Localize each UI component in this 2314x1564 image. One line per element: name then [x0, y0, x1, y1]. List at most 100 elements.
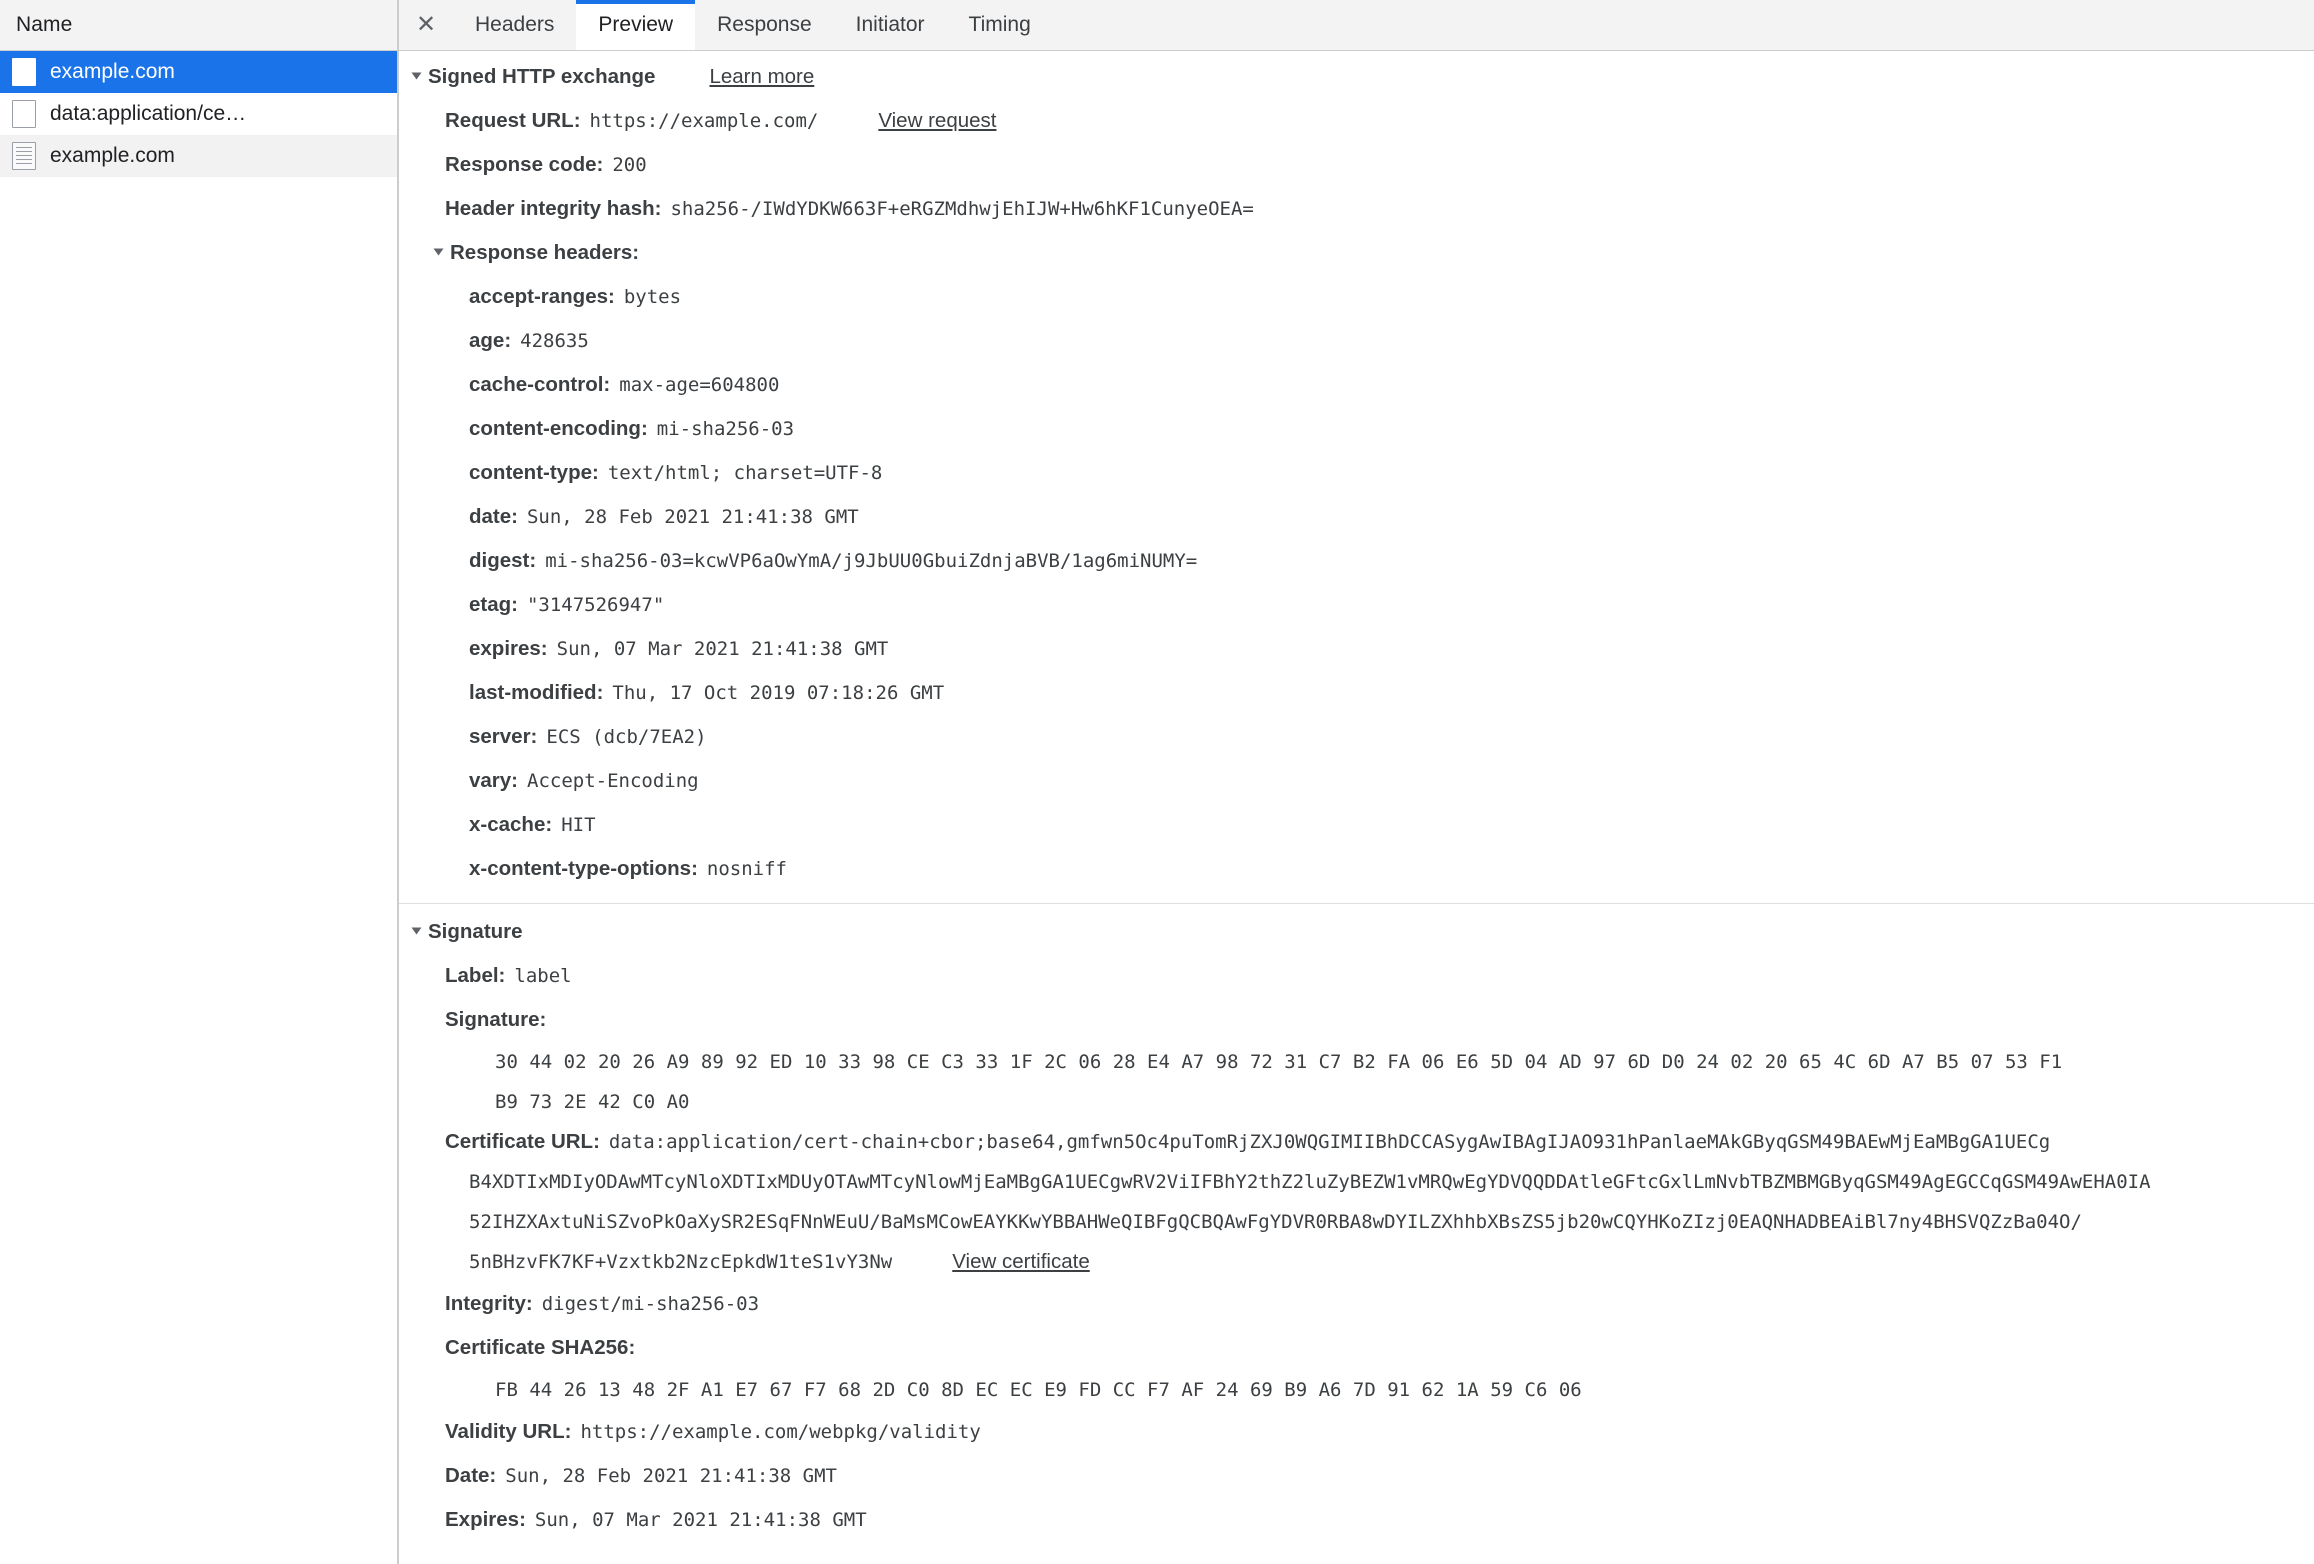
header-row: etag: "3147526947"	[399, 583, 2314, 627]
chevron-down-icon[interactable]	[411, 927, 422, 935]
date-label: Date:	[445, 1464, 497, 1487]
request-url-value: https://example.com/	[589, 110, 819, 132]
header-row: x-cache: HIT	[399, 803, 2314, 847]
certificate-sha256-hex: FB 44 26 13 48 2F A1 E7 67 F7 68 2D C0 8…	[495, 1379, 1582, 1401]
certificate-url-tail-row: 5nBHzvFK7KF+Vzxtkb2NzcEpkdW1teS1vY3Nw Vi…	[399, 1242, 2314, 1282]
integrity-row: Integrity: digest/mi-sha256-03	[399, 1282, 2314, 1326]
detail-tabbar: ✕ Headers Preview Response Initiator Tim…	[399, 0, 2314, 51]
header-name: x-content-type-options:	[469, 857, 698, 880]
certificate-url-label: Certificate URL:	[445, 1130, 600, 1153]
header-name: last-modified:	[469, 681, 604, 704]
header-value: Sun, 07 Mar 2021 21:41:38 GMT	[556, 638, 889, 660]
label-label: Label:	[445, 964, 506, 987]
header-value: "3147526947"	[526, 594, 665, 616]
header-name: content-encoding:	[469, 417, 648, 440]
request-url-row: Request URL: https://example.com/ View r…	[399, 99, 2314, 143]
validity-url-row: Validity URL: https://example.com/webpkg…	[399, 1410, 2314, 1454]
response-headers-label: Response headers:	[450, 241, 640, 264]
date-value: Sun, 28 Feb 2021 21:41:38 GMT	[505, 1465, 837, 1487]
header-value: mi-sha256-03=kcwVP6aOwYmA/j9JbUU0GbuiZdn…	[545, 550, 1198, 572]
header-value: mi-sha256-03	[656, 418, 795, 440]
tab-headers[interactable]: Headers	[453, 0, 576, 50]
certificate-url-row: Certificate URL: data:application/cert-c…	[399, 1122, 2314, 1162]
header-row: server: ECS (dcb/7EA2)	[399, 715, 2314, 759]
expires-value: Sun, 07 Mar 2021 21:41:38 GMT	[534, 1509, 867, 1531]
chevron-down-icon[interactable]	[411, 72, 422, 80]
header-name: vary:	[469, 769, 519, 792]
chevron-down-icon[interactable]	[433, 248, 444, 256]
request-row-1[interactable]: data:application/ce…	[0, 93, 397, 135]
preview-content: Signed HTTP exchange Learn more Request …	[399, 51, 2314, 1564]
signature-date-row: Date: Sun, 28 Feb 2021 21:41:38 GMT	[399, 1454, 2314, 1498]
signature-expires-row: Expires: Sun, 07 Mar 2021 21:41:38 GMT	[399, 1498, 2314, 1542]
header-value: nosniff	[706, 858, 787, 880]
learn-more-link[interactable]: Learn more	[709, 65, 814, 89]
response-headers-subsection-header[interactable]: Response headers:	[399, 231, 2314, 275]
integrity-label: Integrity:	[445, 1292, 533, 1315]
header-name: etag:	[469, 593, 518, 616]
header-name: cache-control:	[469, 373, 611, 396]
tab-preview[interactable]: Preview	[576, 0, 696, 50]
header-row: digest: mi-sha256-03=kcwVP6aOwYmA/j9JbUU…	[399, 539, 2314, 583]
header-value: HIT	[561, 814, 596, 836]
header-row: expires: Sun, 07 Mar 2021 21:41:38 GMT	[399, 627, 2314, 671]
response-code-label: Response code:	[445, 153, 604, 176]
certificate-sha256-label: Certificate SHA256:	[445, 1336, 636, 1359]
section-title: Signature	[428, 920, 523, 943]
label-value: label	[514, 965, 572, 987]
header-row: vary: Accept-Encoding	[399, 759, 2314, 803]
header-name: expires:	[469, 637, 548, 660]
request-name-label: example.com	[50, 144, 175, 167]
header-value: ECS (dcb/7EA2)	[546, 726, 707, 748]
response-code-row: Response code: 200	[399, 143, 2314, 187]
header-integrity-label: Header integrity hash:	[445, 197, 662, 220]
signature-hex-line: B9 73 2E 42 C0 A0	[495, 1091, 690, 1113]
view-request-link[interactable]: View request	[878, 99, 996, 143]
header-integrity-row: Header integrity hash: sha256-/IWdYDKW66…	[399, 187, 2314, 231]
header-value: Thu, 17 Oct 2019 07:18:26 GMT	[612, 682, 945, 704]
close-icon[interactable]: ✕	[399, 0, 453, 50]
header-row: last-modified: Thu, 17 Oct 2019 07:18:26…	[399, 671, 2314, 715]
header-name: date:	[469, 505, 518, 528]
header-name: x-cache:	[469, 813, 553, 836]
header-value: bytes	[623, 286, 682, 308]
detail-pane: ✕ Headers Preview Response Initiator Tim…	[399, 0, 2314, 1564]
devtools-network-panel: Name example.com data:application/ce… ex…	[0, 0, 2314, 1564]
header-row: content-encoding: mi-sha256-03	[399, 407, 2314, 451]
header-row: date: Sun, 28 Feb 2021 21:41:38 GMT	[399, 495, 2314, 539]
tab-response[interactable]: Response	[695, 0, 834, 50]
header-row: age: 428635	[399, 319, 2314, 363]
response-code-value: 200	[612, 154, 647, 176]
signature-value-header: Signature:	[399, 998, 2314, 1042]
request-list-header: Name	[0, 0, 397, 51]
tab-initiator[interactable]: Initiator	[834, 0, 947, 50]
tab-timing[interactable]: Timing	[947, 0, 1053, 50]
header-row: content-type: text/html; charset=UTF-8	[399, 451, 2314, 495]
request-list-sidebar: Name example.com data:application/ce… ex…	[0, 0, 399, 1564]
signed-http-exchange-section-header[interactable]: Signed HTTP exchange Learn more	[399, 51, 2314, 99]
signature-label-row: Label: label	[399, 954, 2314, 998]
signature-hex-line: 30 44 02 20 26 A9 89 92 ED 10 33 98 CE C…	[495, 1051, 2063, 1073]
page-icon	[12, 58, 36, 86]
header-row: x-content-type-options: nosniff	[399, 847, 2314, 891]
expires-label: Expires:	[445, 1508, 526, 1531]
document-icon	[12, 142, 36, 170]
request-row-0[interactable]: example.com	[0, 51, 397, 93]
page-icon	[12, 100, 36, 128]
header-name: accept-ranges:	[469, 285, 615, 308]
signature-section-header[interactable]: Signature	[399, 903, 2314, 954]
header-value: 428635	[520, 330, 589, 352]
certificate-url-value-line: B4XDTIxMDIyODAwMTcyNloXDTIxMDUyOTAwMTcyN…	[469, 1171, 2151, 1193]
header-integrity-value: sha256-/IWdYDKW663F+eRGZMdhwjEhIJW+Hw6hK…	[670, 198, 1254, 220]
header-row: accept-ranges: bytes	[399, 275, 2314, 319]
certificate-url-value-line: 52IHZXAxtuNiSZvoPkOaXySR2ESqFNnWEuU/BaMs…	[469, 1211, 2082, 1233]
view-certificate-link[interactable]: View certificate	[952, 1242, 1089, 1282]
certificate-url-value-line: data:application/cert-chain+cbor;base64,…	[608, 1131, 2051, 1153]
section-title: Signed HTTP exchange	[428, 65, 656, 88]
header-row: cache-control: max-age=604800	[399, 363, 2314, 407]
request-row-2[interactable]: example.com	[0, 135, 397, 177]
header-name: digest:	[469, 549, 537, 572]
header-name: server:	[469, 725, 538, 748]
validity-url-label: Validity URL:	[445, 1420, 572, 1443]
column-header-name: Name	[16, 13, 73, 36]
